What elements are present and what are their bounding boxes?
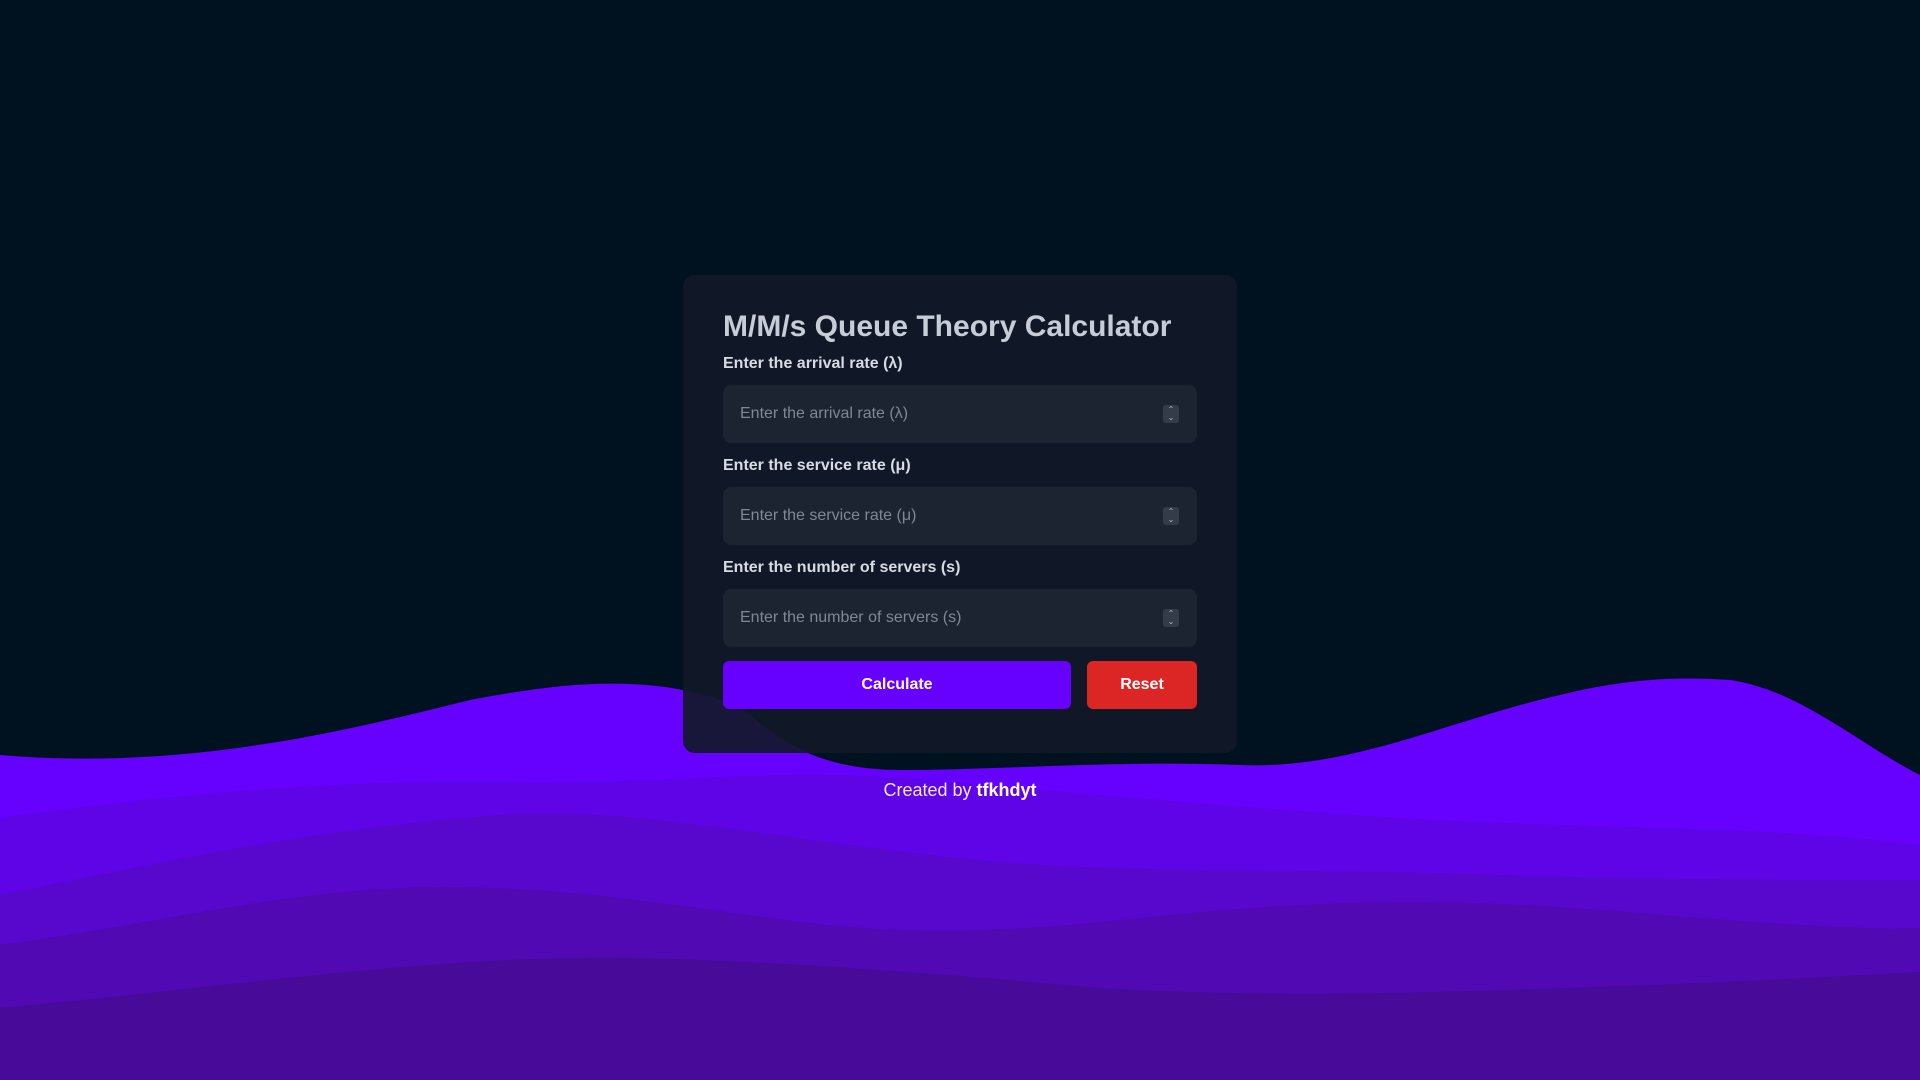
service-rate-label: Enter the service rate (μ): [723, 457, 911, 474]
arrival-rate-field: ⌃ ⌄: [723, 385, 1197, 443]
calculate-button[interactable]: Calculate: [723, 661, 1071, 709]
calculator-card: M/M/s Queue Theory Calculator Enter the …: [683, 275, 1237, 753]
arrival-rate-input[interactable]: [723, 385, 1197, 443]
action-buttons: Calculate Reset: [723, 661, 1197, 709]
reset-button[interactable]: Reset: [1087, 661, 1197, 709]
page-title: M/M/s Queue Theory Calculator: [723, 310, 1172, 343]
service-rate-input[interactable]: [723, 487, 1197, 545]
arrival-rate-stepper[interactable]: ⌃ ⌄: [1163, 405, 1179, 423]
servers-field: ⌃ ⌄: [723, 589, 1197, 647]
servers-label: Enter the number of servers (s): [723, 559, 961, 576]
arrival-rate-label: Enter the arrival rate (λ): [723, 355, 903, 372]
service-rate-stepper[interactable]: ⌃ ⌄: [1163, 507, 1179, 525]
footer-prefix: Created by: [883, 780, 972, 800]
servers-input[interactable]: [723, 589, 1197, 647]
footer-credit: Created by tfkhdyt: [0, 780, 1920, 801]
chevron-down-icon[interactable]: ⌄: [1168, 516, 1175, 524]
chevron-down-icon[interactable]: ⌄: [1168, 618, 1175, 626]
service-rate-field: ⌃ ⌄: [723, 487, 1197, 545]
servers-stepper[interactable]: ⌃ ⌄: [1163, 609, 1179, 627]
chevron-down-icon[interactable]: ⌄: [1168, 414, 1175, 422]
author-link[interactable]: tfkhdyt: [977, 780, 1037, 800]
